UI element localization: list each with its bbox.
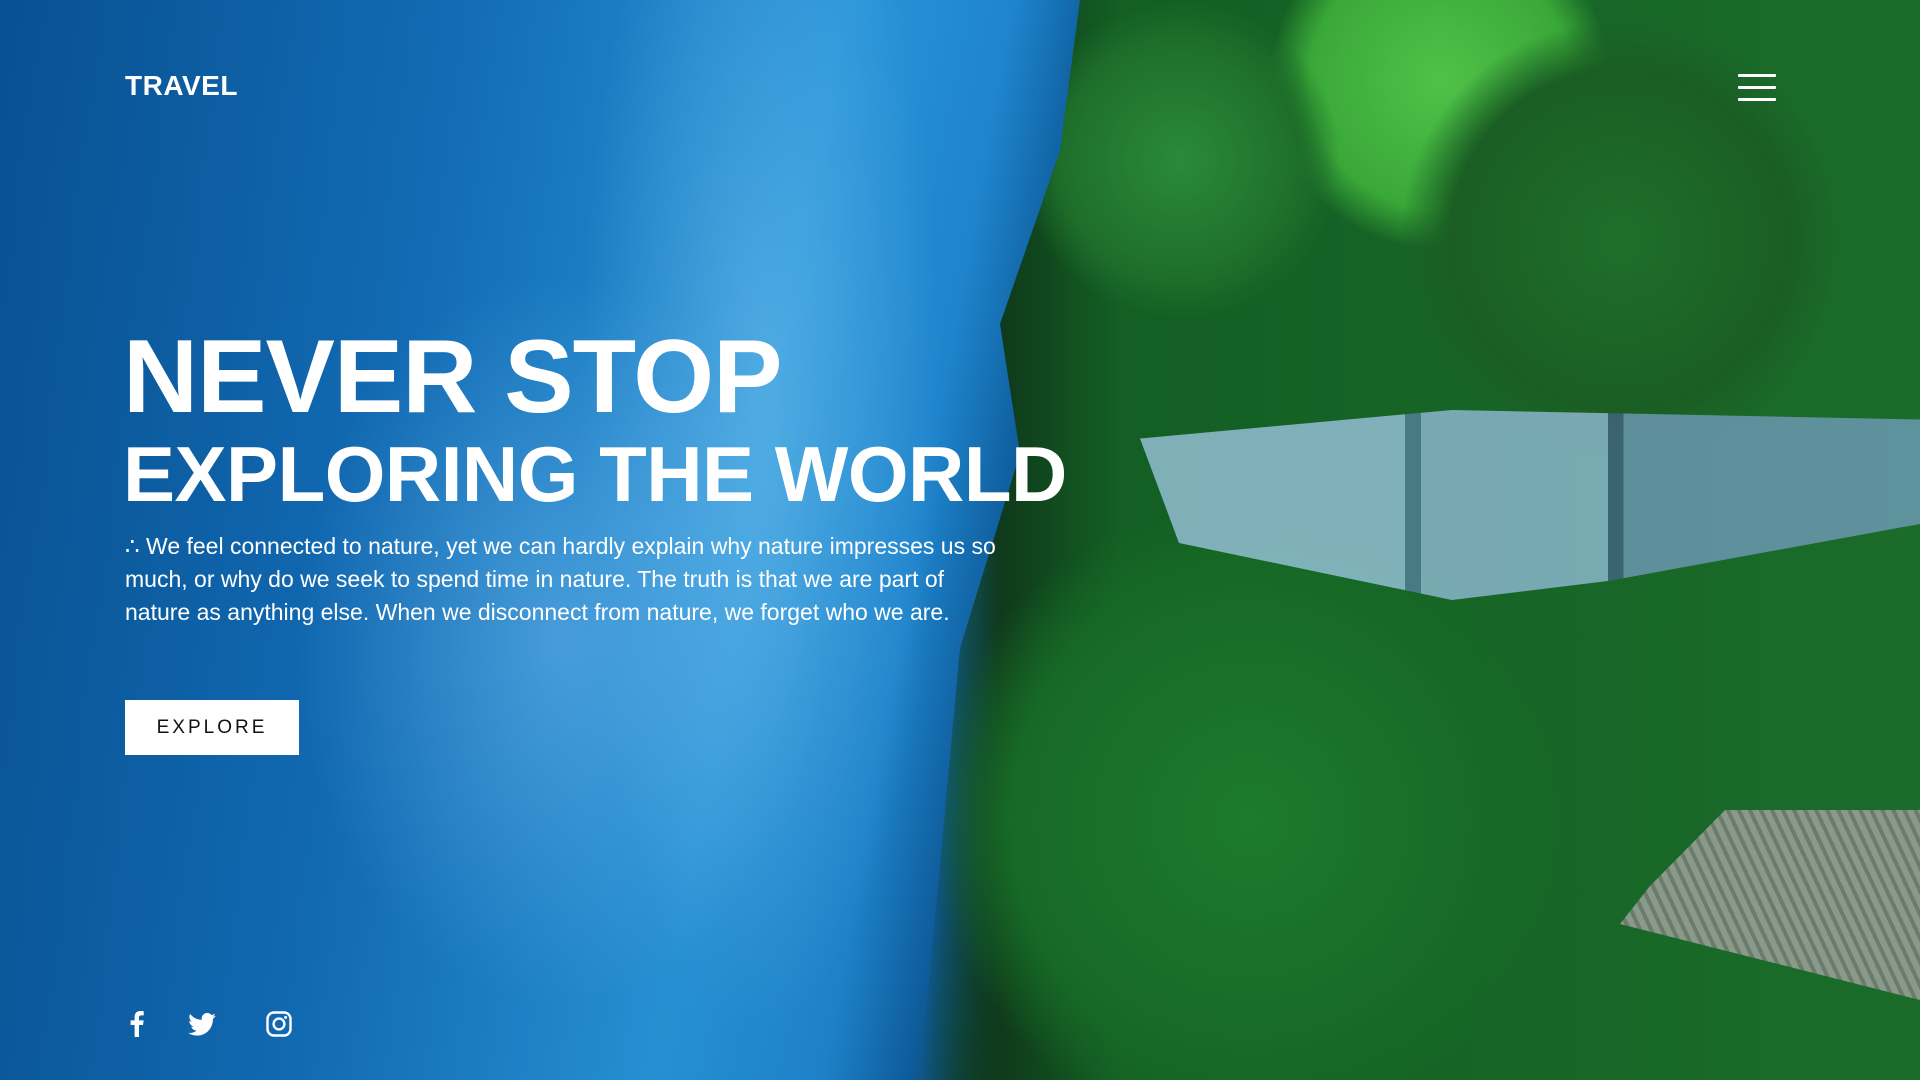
explore-button[interactable]: EXPLORE: [125, 700, 299, 755]
hamburger-menu-icon[interactable]: [1738, 74, 1776, 102]
facebook-icon[interactable]: [126, 1008, 148, 1040]
menu-line: [1738, 74, 1776, 77]
instagram-glyph: [266, 1011, 292, 1037]
hero-description: ∴ We feel connected to nature, yet we ca…: [125, 533, 996, 625]
site-logo[interactable]: TRAVEL: [125, 70, 238, 102]
headline-line-1: NEVER STOP: [123, 319, 782, 435]
headline-line-2: EXPLORING THE WORLD: [123, 430, 1067, 518]
menu-line: [1738, 86, 1776, 89]
twitter-icon[interactable]: [186, 1008, 218, 1040]
twitter-glyph: [188, 1012, 216, 1036]
hero-headline: NEVER STOP EXPLORING THE WORLD: [123, 325, 1067, 513]
facebook-glyph: [130, 1011, 144, 1037]
instagram-icon[interactable]: [264, 1008, 294, 1040]
menu-line: [1738, 98, 1776, 101]
